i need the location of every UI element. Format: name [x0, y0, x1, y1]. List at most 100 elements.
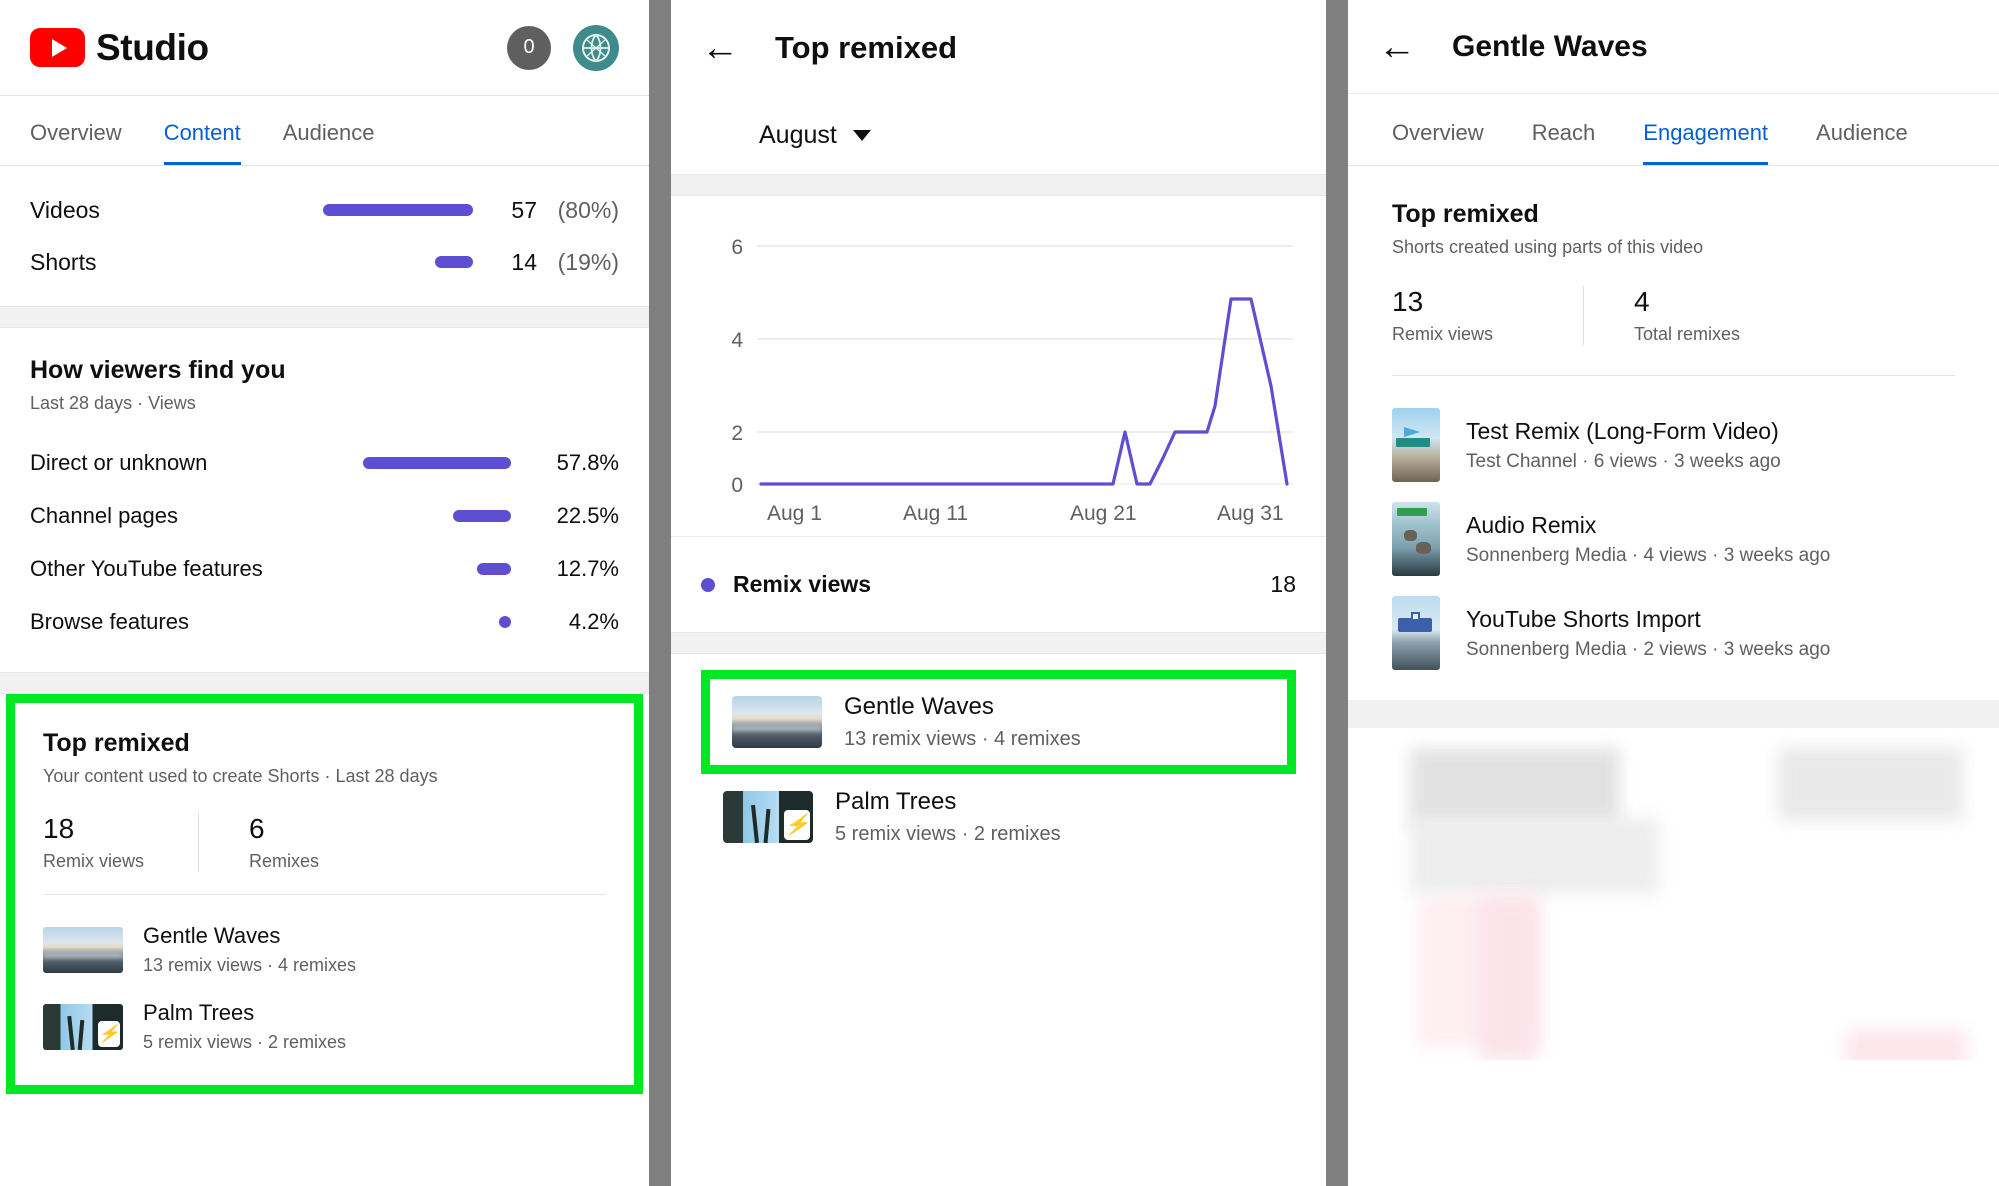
video-title: Gentle Waves	[143, 923, 281, 948]
list-item[interactable]: Gentle Waves 13 remix views · 4 remixes	[43, 911, 606, 988]
traffic-label: Direct or unknown	[30, 449, 208, 475]
list-divider	[43, 894, 606, 895]
video-thumbnail	[1392, 596, 1440, 670]
video-meta: Test Channel · 6 views · 3 weeks ago	[1466, 450, 1781, 472]
tab-reach[interactable]: Reach	[1532, 120, 1596, 165]
svg-text:0: 0	[731, 474, 743, 497]
traffic-bar-zone	[263, 562, 533, 575]
top-remixed-card-highlighted[interactable]: Top remixed Your content used to create …	[6, 694, 643, 1094]
shorts-glyph: ⚡	[98, 1024, 120, 1043]
tab-overview[interactable]: Overview	[30, 120, 122, 165]
section-divider	[0, 306, 649, 328]
video-meta: 5 remix views · 2 remixes	[835, 823, 1061, 845]
traffic-value: 22.5%	[556, 502, 619, 528]
stat-total-remixes: 4 Total remixes	[1634, 286, 1786, 345]
traffic-value: 4.2%	[568, 608, 619, 634]
traffic-title: How viewers find you	[30, 356, 286, 384]
legend-color-dot	[701, 577, 715, 592]
blurred-block	[1410, 748, 1620, 826]
top-remixed-detail-panel: ← Top remixed August 6 4 2 0 Aug 1 Aug 1…	[671, 0, 1326, 1186]
traffic-label: Browse features	[30, 608, 189, 634]
remix-views-chart-card: 6 4 2 0 Aug 1 Aug 11 Aug 21 Aug 31	[671, 196, 1326, 536]
remix-list: Test Remix (Long-Form Video) Test Channe…	[1392, 398, 1955, 680]
studio-brand[interactable]: Studio	[30, 27, 209, 69]
shorts-badge-icon: ⚡	[98, 1020, 120, 1047]
section-divider	[0, 672, 649, 694]
top-remixed-subtitle: Your content used to create Shorts · Las…	[43, 766, 438, 786]
tab-audience[interactable]: Audience	[283, 120, 375, 165]
metric-bar	[435, 256, 473, 268]
traffic-bar	[453, 509, 511, 522]
remixed-video-list: Gentle Waves 13 remix views · 4 remixes …	[671, 654, 1326, 860]
chevron-down-icon	[852, 129, 871, 141]
tab-engagement[interactable]: Engagement	[1643, 120, 1769, 165]
list-item[interactable]: ⚡ Palm Trees 5 remix views · 2 remixes	[43, 988, 606, 1065]
panel-gap	[649, 0, 671, 1186]
stat-remix-views: 13 Remix views	[1392, 286, 1585, 345]
content-breakdown-card: Videos 57 (80%) Shorts 14 (19%)	[0, 166, 649, 306]
video-title: Palm Trees	[143, 1000, 255, 1025]
video-title: Audio Remix	[1466, 511, 1597, 538]
list-item-palm-trees[interactable]: ⚡ Palm Trees 5 remix views · 2 remixes	[701, 774, 1296, 860]
list-item-inner: Gentle Waves 13 remix views · 4 remixes	[732, 679, 1265, 765]
video-thumbnail	[43, 926, 123, 973]
month-dropdown[interactable]: August	[759, 121, 871, 150]
traffic-row-channel-pages[interactable]: Channel pages 22.5%	[30, 489, 619, 542]
chart-legend[interactable]: Remix views 18	[671, 536, 1326, 632]
remix-views-chart[interactable]: 6 4 2 0 Aug 1 Aug 11 Aug 21 Aug 31	[695, 226, 1302, 526]
traffic-bar-zone	[189, 615, 533, 628]
metric-bar-zone	[100, 204, 491, 216]
month-filter-row: August	[671, 96, 1326, 174]
traffic-row-direct[interactable]: Direct or unknown 57.8%	[30, 436, 619, 489]
list-item[interactable]: Audio Remix Sonnenberg Media · 4 views ·…	[1392, 492, 1955, 586]
top-remixed-title: Top remixed	[43, 729, 190, 757]
back-arrow-icon[interactable]: ←	[701, 29, 739, 67]
svg-text:Aug 1: Aug 1	[767, 502, 822, 525]
youtube-logo-icon	[30, 28, 85, 67]
tab-audience[interactable]: Audience	[1816, 120, 1908, 165]
video-meta: 13 remix views · 4 remixes	[844, 728, 1081, 750]
list-item-gentle-waves-highlighted[interactable]: Gentle Waves 13 remix views · 4 remixes	[701, 670, 1296, 774]
video-thumbnail: ⚡	[723, 791, 813, 843]
detail-header: ← Top remixed	[671, 0, 1326, 96]
header-actions: 0	[507, 24, 619, 71]
svg-text:4: 4	[731, 329, 743, 352]
stat-caption: Remix views	[43, 851, 145, 871]
metric-label: Shorts	[30, 248, 97, 275]
blurred-block	[1410, 818, 1658, 894]
traffic-label: Other YouTube features	[30, 555, 263, 581]
section-divider	[671, 174, 1326, 196]
traffic-row-browse-features[interactable]: Browse features 4.2%	[30, 595, 619, 648]
metric-bar-zone	[96, 256, 491, 268]
metric-row-shorts[interactable]: Shorts 14 (19%)	[30, 236, 619, 288]
traffic-label: Channel pages	[30, 502, 179, 528]
month-selected-value: August	[759, 120, 837, 149]
metric-label: Videos	[30, 196, 100, 223]
back-arrow-icon[interactable]: ←	[1378, 28, 1416, 66]
section-divider	[671, 632, 1326, 654]
traffic-subtitle: Last 28 days · Views	[30, 393, 196, 413]
svg-text:2: 2	[731, 422, 743, 445]
channel-analytics-tabs: Overview Content Audience	[0, 96, 649, 166]
metric-row-videos[interactable]: Videos 57 (80%)	[30, 184, 619, 236]
tab-content[interactable]: Content	[163, 120, 241, 165]
video-meta: 5 remix views · 2 remixes	[143, 1032, 347, 1052]
blurred-block	[1846, 1030, 1966, 1060]
svg-text:Aug 11: Aug 11	[903, 502, 968, 525]
svg-text:Aug 31: Aug 31	[1217, 502, 1284, 525]
traffic-row-other-features[interactable]: Other YouTube features 12.7%	[30, 542, 619, 595]
channel-avatar-icon[interactable]	[573, 24, 619, 71]
traffic-bar	[499, 615, 511, 628]
video-thumbnail	[1392, 408, 1440, 482]
tab-overview[interactable]: Overview	[1392, 120, 1484, 165]
top-remixed-section: Top remixed Shorts created using parts o…	[1348, 166, 1999, 680]
panel-gap	[1326, 0, 1348, 1186]
video-analytics-panel: ← Gentle Waves Overview Reach Engagement…	[1348, 0, 1999, 1186]
notification-count-badge[interactable]: 0	[507, 25, 551, 70]
traffic-bar-zone	[178, 509, 533, 522]
traffic-value: 12.7%	[556, 555, 619, 581]
list-item[interactable]: Test Remix (Long-Form Video) Test Channe…	[1392, 398, 1955, 492]
list-item[interactable]: YouTube Shorts Import Sonnenberg Media ·…	[1392, 586, 1955, 680]
blurred-block	[1778, 748, 1963, 820]
top-remixed-subtitle: Shorts created using parts of this video	[1392, 237, 1704, 257]
